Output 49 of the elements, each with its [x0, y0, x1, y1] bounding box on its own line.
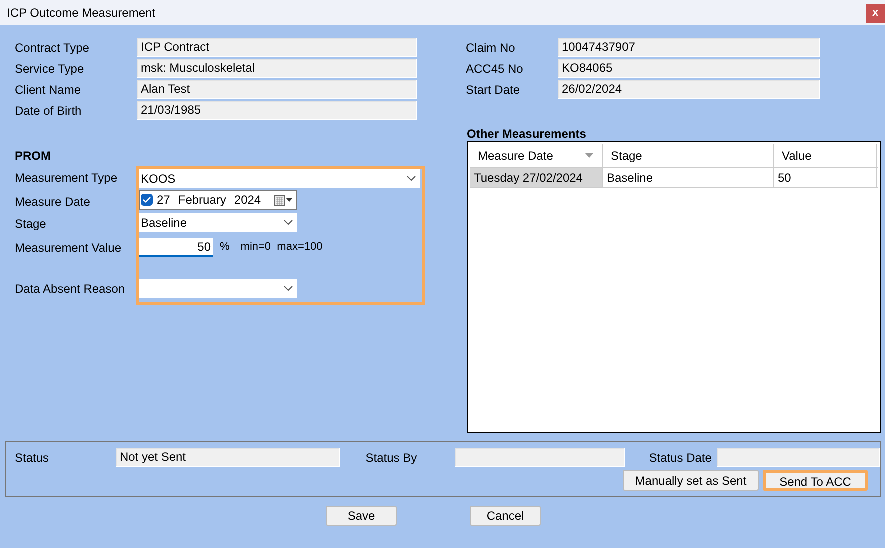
- field-label: Status By: [366, 450, 418, 464]
- checkbox[interactable]: [141, 194, 153, 206]
- dialog-button[interactable]: Save: [326, 506, 397, 526]
- field-label: Date of Birth: [15, 104, 82, 118]
- read-only-field: 21/03/1985: [137, 101, 417, 120]
- send-button[interactable]: Send To ACC: [763, 470, 868, 491]
- stage-dropdown[interactable]: Baseline: [139, 213, 297, 232]
- field-label: Measurement Type: [15, 170, 118, 186]
- status-field: Not yet Sent: [116, 448, 340, 467]
- close-button[interactable]: x: [866, 4, 885, 22]
- field-label: Data Absent Reason: [15, 281, 126, 297]
- table-cell: 50: [774, 168, 877, 187]
- read-only-field: 26/02/2024: [558, 80, 820, 99]
- table-cell: Tuesday 27/02/2024: [470, 168, 603, 187]
- column-header[interactable]: Value: [774, 144, 877, 167]
- field-label: Stage: [15, 216, 48, 232]
- dialog-button[interactable]: Cancel: [470, 506, 541, 526]
- field-label: Measurement Value: [15, 240, 122, 256]
- field-label: ACC45 No: [466, 62, 524, 76]
- read-only-field: 10047437907: [558, 38, 820, 57]
- mark-sent-button[interactable]: Manually set as Sent: [623, 470, 759, 491]
- field-label: Status: [15, 450, 50, 464]
- read-only-field: Alan Test: [137, 80, 417, 99]
- column-header[interactable]: Measure Date: [470, 144, 603, 167]
- measurement-type-dropdown[interactable]: KOOS: [139, 169, 420, 188]
- window-title: ICP Outcome Measurement: [7, 4, 156, 22]
- section-heading: Other Measurements: [467, 126, 588, 141]
- calendar-icon[interactable]: [274, 194, 293, 206]
- read-only-field: ICP Contract: [137, 38, 417, 57]
- date-picker[interactable]: 27 February 2024: [139, 190, 297, 210]
- field-label: Status Date: [649, 450, 712, 464]
- table-cell: Baseline: [603, 168, 774, 187]
- read-only-field: KO84065: [558, 59, 820, 78]
- field-label: Claim No: [466, 40, 516, 54]
- chevron-down-icon: [284, 286, 293, 291]
- chevron-down-icon: [284, 220, 293, 225]
- section-heading: PROM: [15, 148, 52, 165]
- field-label: Measure Date: [15, 194, 92, 210]
- unit-label: %: [220, 240, 230, 256]
- chevron-down-icon: [407, 176, 416, 181]
- field-label: Contract Type: [15, 40, 90, 54]
- sort-icon: [585, 153, 594, 158]
- measurement-value-input[interactable]: 50: [139, 238, 213, 257]
- field-label: Service Type: [15, 62, 84, 76]
- column-header[interactable]: Stage: [603, 144, 774, 167]
- field-label: Client Name: [15, 82, 82, 96]
- field-label: Start Date: [466, 82, 520, 96]
- range-hint: min=0 max=100: [240, 240, 323, 256]
- read-only-field: msk: Musculoskeletal: [137, 59, 417, 78]
